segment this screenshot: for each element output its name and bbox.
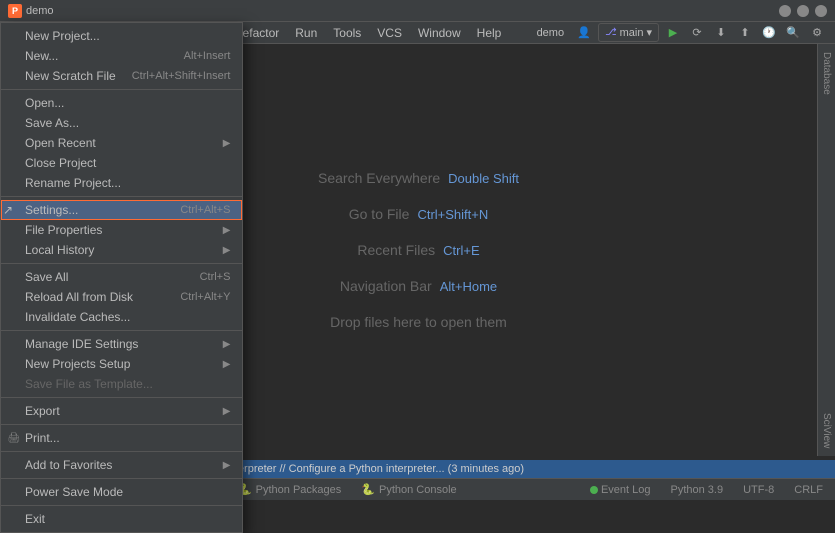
menu-save-all[interactable]: Save All Ctrl+S	[1, 267, 242, 287]
status-python-console[interactable]: 🐍 Python Console	[357, 479, 460, 500]
menu-vcs[interactable]: VCS	[369, 24, 410, 42]
demo-label: demo	[531, 27, 571, 39]
menu-power-save-mode[interactable]: Power Save Mode	[1, 482, 242, 502]
python-console-label: Python Console	[379, 484, 457, 496]
toolbar-icons: 👤 ⎇ main ▾ ▶ ⟳ ⬇ ⬆ 🕐 🔍 ⚙	[570, 23, 831, 43]
hint-label-nav: Navigation Bar	[340, 278, 432, 294]
hint-label-drop: Drop files here to open them	[330, 314, 507, 330]
menu-new-scratch-file[interactable]: New Scratch File Ctrl+Alt+Shift+Insert	[1, 66, 242, 86]
hint-goto-file: Go to File Ctrl+Shift+N	[349, 206, 489, 222]
hint-navigation-bar: Navigation Bar Alt+Home	[340, 278, 497, 294]
separator-5	[1, 397, 242, 398]
menu-settings[interactable]: ↗ Settings... Ctrl+Alt+S	[1, 200, 242, 220]
status-encoding[interactable]: UTF-8	[739, 479, 778, 500]
separator-6	[1, 424, 242, 425]
hint-label-goto: Go to File	[349, 206, 410, 222]
app-icon: P	[8, 4, 22, 18]
menu-manage-ide-settings[interactable]: Manage IDE Settings ▶	[1, 334, 242, 354]
menu-new-projects-setup[interactable]: New Projects Setup ▶	[1, 354, 242, 374]
encoding-label: UTF-8	[743, 484, 774, 496]
history-icon[interactable]: 🕐	[759, 23, 779, 43]
separator-9	[1, 505, 242, 506]
menu-export[interactable]: Export ▶	[1, 401, 242, 421]
separator-2	[1, 196, 242, 197]
hint-recent-files: Recent Files Ctrl+E	[357, 242, 479, 258]
git-icon: ⎇	[605, 27, 617, 38]
menu-window[interactable]: Window	[410, 24, 469, 42]
vcs-update-icon[interactable]: ⬇	[711, 23, 731, 43]
menu-run[interactable]: Run	[287, 24, 325, 42]
separator-3	[1, 263, 242, 264]
menu-file-properties[interactable]: File Properties ▶	[1, 220, 242, 240]
cursor-icon: ↗	[3, 203, 13, 217]
branch-name: main	[620, 27, 644, 39]
event-log-button[interactable]: Event Log	[586, 484, 655, 496]
close-button[interactable]	[815, 5, 827, 17]
menu-reload-all[interactable]: Reload All from Disk Ctrl+Alt+Y	[1, 287, 242, 307]
menu-add-to-favorites[interactable]: Add to Favorites ▶	[1, 455, 242, 475]
menu-close-project[interactable]: Close Project	[1, 153, 242, 173]
update-icon[interactable]: ⟳	[687, 23, 707, 43]
status-python-packages[interactable]: 🐍 Python Packages	[234, 479, 345, 500]
hint-drop-files: Drop files here to open them	[330, 314, 507, 330]
menu-open[interactable]: Open...	[1, 93, 242, 113]
separator-1	[1, 89, 242, 90]
hint-shortcut-goto: Ctrl+Shift+N	[417, 207, 488, 222]
profile-icon[interactable]: 👤	[574, 23, 594, 43]
status-line-ending[interactable]: CRLF	[790, 479, 827, 500]
menu-help[interactable]: Help	[469, 24, 510, 42]
minimize-button[interactable]	[779, 5, 791, 17]
menu-invalidate-caches[interactable]: Invalidate Caches...	[1, 307, 242, 327]
menu-exit[interactable]: Exit	[1, 509, 242, 529]
title-bar: P demo	[0, 0, 835, 22]
python-version-label: Python 3.9	[671, 484, 724, 496]
line-ending-label: CRLF	[794, 484, 823, 496]
window-controls	[779, 5, 827, 17]
title-bar-left: P demo	[8, 4, 54, 18]
event-log-dot	[590, 486, 598, 494]
hint-label-search: Search Everywhere	[318, 170, 440, 186]
settings-gear-icon[interactable]: ⚙	[807, 23, 827, 43]
menu-save-as-template: Save File as Template...	[1, 374, 242, 394]
run-icon[interactable]: ▶	[663, 23, 683, 43]
right-panel: Database SciView	[817, 44, 835, 456]
hint-shortcut-nav: Alt+Home	[440, 279, 497, 294]
separator-8	[1, 478, 242, 479]
menu-tools[interactable]: Tools	[325, 24, 369, 42]
branch-button[interactable]: ⎇ main ▾	[598, 23, 659, 42]
menu-rename-project[interactable]: Rename Project...	[1, 173, 242, 193]
menu-new[interactable]: New... Alt+Insert	[1, 46, 242, 66]
python-console-icon: 🐍	[361, 483, 375, 496]
hint-label-recent: Recent Files	[357, 242, 435, 258]
branch-chevron: ▾	[646, 26, 652, 39]
hint-shortcut-search: Double Shift	[448, 171, 519, 186]
menu-open-recent[interactable]: Open Recent ▶	[1, 133, 242, 153]
hint-shortcut-recent: Ctrl+E	[443, 243, 479, 258]
sciview-panel-tab[interactable]: SciView	[819, 405, 834, 456]
title-text: demo	[26, 5, 54, 17]
menu-local-history[interactable]: Local History ▶	[1, 240, 242, 260]
database-panel-tab[interactable]: Database	[819, 44, 834, 103]
separator-4	[1, 330, 242, 331]
maximize-button[interactable]	[797, 5, 809, 17]
python-packages-label: Python Packages	[256, 484, 342, 496]
hint-search-everywhere: Search Everywhere Double Shift	[318, 170, 519, 186]
event-log-label: Event Log	[601, 484, 651, 496]
menu-print[interactable]: 🖨 Print...	[1, 428, 242, 448]
separator-7	[1, 451, 242, 452]
search-everywhere-icon[interactable]: 🔍	[783, 23, 803, 43]
menu-save-as[interactable]: Save As...	[1, 113, 242, 133]
menu-new-project[interactable]: New Project...	[1, 26, 242, 46]
vcs-push-icon[interactable]: ⬆	[735, 23, 755, 43]
file-menu-dropdown: New Project... New... Alt+Insert New Scr…	[0, 22, 243, 533]
status-python-version[interactable]: Python 3.9	[667, 479, 728, 500]
file-dropdown-menu: New Project... New... Alt+Insert New Scr…	[0, 22, 243, 533]
